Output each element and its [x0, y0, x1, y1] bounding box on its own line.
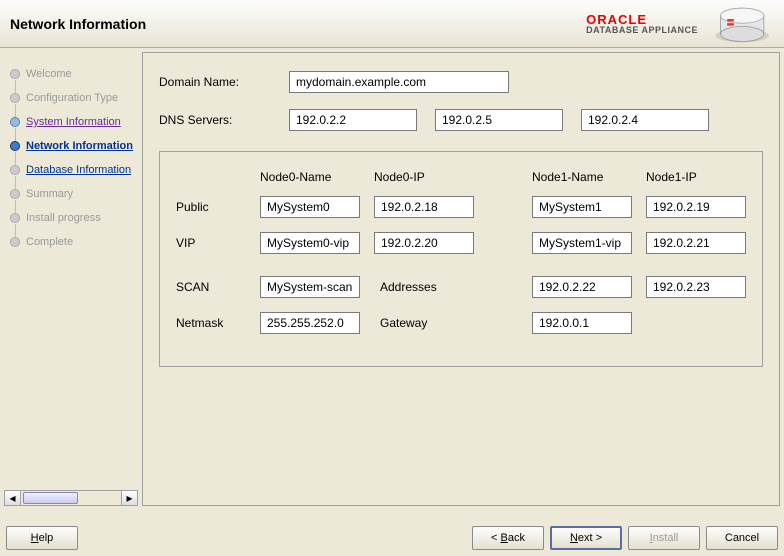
nav-label[interactable]: Network Information	[26, 140, 133, 152]
scroll-track[interactable]	[21, 491, 121, 505]
nav-label: Complete	[26, 236, 73, 248]
step-dot-icon	[10, 69, 20, 79]
scan-addresses-label: Addresses	[374, 280, 474, 294]
step-dot-icon	[10, 165, 20, 175]
domain-label: Domain Name:	[159, 75, 289, 89]
scan-name[interactable]	[260, 276, 360, 298]
header: Network Information ORACLE DATABASE APPL…	[0, 0, 784, 48]
back-button[interactable]: < Back	[472, 526, 544, 550]
scroll-thumb[interactable]	[23, 492, 78, 504]
dns-label: DNS Servers:	[159, 113, 289, 127]
netmask-input[interactable]	[260, 312, 360, 334]
col-node1-name: Node1-Name	[532, 170, 632, 184]
vip-node0-name[interactable]	[260, 232, 360, 254]
col-node0-name: Node0-Name	[260, 170, 360, 184]
netmask-row: Netmask Gateway	[176, 312, 746, 334]
col-node1-ip: Node1-IP	[646, 170, 746, 184]
nav-step-config-type: Configuration Type	[4, 86, 138, 110]
nav-step-install-progress: Install progress	[4, 206, 138, 230]
nav-hscrollbar[interactable]: ◂ ▸	[4, 490, 138, 506]
step-dot-icon	[10, 141, 20, 151]
vip-node0-ip[interactable]	[374, 232, 474, 254]
scroll-left-icon[interactable]: ◂	[5, 491, 21, 505]
page-title: Network Information	[10, 16, 146, 32]
vip-node1-ip[interactable]	[646, 232, 746, 254]
nav-label[interactable]: System Information	[26, 116, 121, 128]
netmask-label: Netmask	[176, 316, 246, 330]
scroll-right-icon[interactable]: ▸	[121, 491, 137, 505]
vip-row: VIP	[176, 232, 746, 254]
vip-node1-name[interactable]	[532, 232, 632, 254]
dns-input-1[interactable]	[289, 109, 417, 131]
gateway-input[interactable]	[532, 312, 632, 334]
footer: Help < Back Next > Install Cancel	[6, 526, 778, 550]
appliance-icon	[704, 4, 782, 44]
scan-addr-1[interactable]	[532, 276, 632, 298]
public-node0-name[interactable]	[260, 196, 360, 218]
nav-label: Welcome	[26, 68, 72, 80]
nav-label: Summary	[26, 188, 73, 200]
scan-row: SCAN Addresses	[176, 276, 746, 298]
public-node1-name[interactable]	[532, 196, 632, 218]
dns-input-3[interactable]	[581, 109, 709, 131]
step-dot-icon	[10, 189, 20, 199]
vip-label: VIP	[176, 236, 246, 250]
nav-label: Install progress	[26, 212, 101, 224]
public-node1-ip[interactable]	[646, 196, 746, 218]
nav-step-system-info[interactable]: System Information	[4, 110, 138, 134]
brand: ORACLE DATABASE APPLIANCE	[586, 4, 782, 44]
main-panel: Domain Name: DNS Servers: Node0-Name Nod…	[142, 52, 780, 506]
nav-step-summary: Summary	[4, 182, 138, 206]
next-button[interactable]: Next >	[550, 526, 622, 550]
help-button[interactable]: Help	[6, 526, 78, 550]
col-node0-ip: Node0-IP	[374, 170, 474, 184]
public-row: Public	[176, 196, 746, 218]
scan-label: SCAN	[176, 280, 246, 294]
domain-input[interactable]	[289, 71, 509, 93]
dns-input-2[interactable]	[435, 109, 563, 131]
brand-subtitle: DATABASE APPLIANCE	[586, 26, 698, 35]
nav-step-welcome: Welcome	[4, 62, 138, 86]
nav-step-complete: Complete	[4, 230, 138, 254]
brand-oracle: ORACLE	[586, 13, 698, 26]
step-dot-icon	[10, 93, 20, 103]
install-button: Install	[628, 526, 700, 550]
public-label: Public	[176, 200, 246, 214]
scan-addr-2[interactable]	[646, 276, 746, 298]
nav-label: Configuration Type	[26, 92, 118, 104]
nav-step-network-info[interactable]: Network Information	[4, 134, 138, 158]
gateway-label: Gateway	[374, 316, 474, 330]
cancel-button[interactable]: Cancel	[706, 526, 778, 550]
nav-step-database-info[interactable]: Database Information	[4, 158, 138, 182]
step-dot-icon	[10, 117, 20, 127]
step-dot-icon	[10, 213, 20, 223]
public-node0-ip[interactable]	[374, 196, 474, 218]
step-dot-icon	[10, 237, 20, 247]
wizard-nav: Welcome Configuration Type System Inform…	[4, 52, 138, 506]
nav-label[interactable]: Database Information	[26, 164, 131, 176]
node-grid-panel: Node0-Name Node0-IP Node1-Name Node1-IP …	[159, 151, 763, 367]
